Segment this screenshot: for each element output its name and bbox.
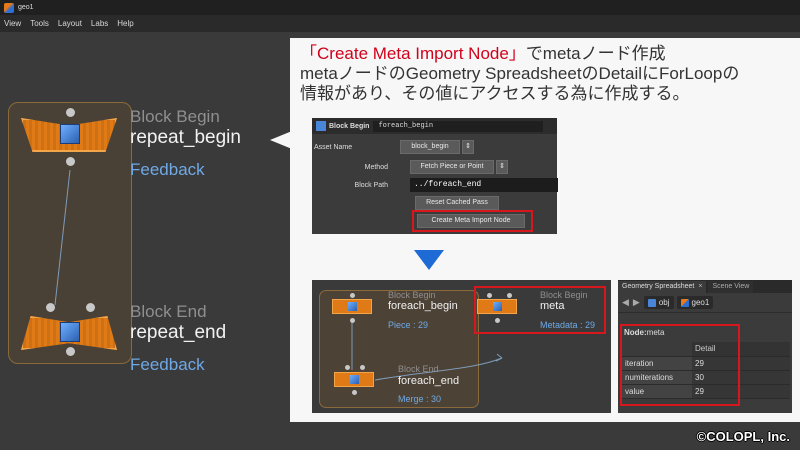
tab-scene-view[interactable]: Scene View: [708, 281, 754, 293]
callout-line3: 情報があり、その値にアクセスする為に作成する。: [300, 84, 690, 103]
path-crumb-obj[interactable]: obj: [643, 296, 674, 309]
menu-layout[interactable]: Layout: [58, 19, 82, 28]
block-path-label: Block Path: [354, 181, 388, 189]
end-node-name: repeat_end: [130, 322, 227, 343]
block-begin-cube-icon: [60, 124, 80, 144]
asset-name-label: Asset Name: [314, 143, 353, 151]
method-label: Method: [364, 163, 388, 171]
param-header: Block Begin foreach_begin: [312, 118, 557, 134]
path-bar: ◀ ▶ obj geo1: [618, 293, 792, 313]
close-icon[interactable]: ×: [698, 283, 702, 290]
tab-geometry-spreadsheet[interactable]: Geometry Spreadsheet ×: [618, 281, 707, 293]
path-crumb-geo1[interactable]: geo1: [676, 296, 714, 309]
sheet-tab-bar: Geometry Spreadsheet × Scene View: [618, 280, 792, 293]
block-path-field[interactable]: ../foreach_end: [410, 178, 558, 192]
param-node-type: Block Begin: [329, 122, 370, 130]
begin-node-name: repeat_begin: [130, 127, 241, 148]
reset-cached-pass-button[interactable]: Reset Cached Pass: [415, 196, 499, 210]
window-title: geo1: [18, 4, 34, 11]
callout-pointer: [270, 131, 292, 149]
highlight-box-meta: [474, 286, 606, 334]
begin-node-info: Feedback: [130, 160, 205, 179]
begin-input-port[interactable]: [66, 108, 75, 117]
callout-line2: metaノードのGeometry SpreadsheetのDetailにForL…: [300, 64, 740, 83]
menu-help[interactable]: Help: [117, 19, 133, 28]
copyright-watermark: ©COLOPL, Inc.: [696, 429, 790, 444]
s-begin-type: Block Begin: [388, 290, 436, 300]
s-end-input-port-1[interactable]: [345, 365, 350, 370]
houdini-logo-icon: [4, 2, 14, 13]
down-arrow-icon: [414, 250, 444, 270]
asset-name-stepper-icon[interactable]: ⇕: [462, 140, 474, 154]
parameter-panel: Block Begin foreach_begin Asset Name blo…: [312, 118, 558, 234]
block-begin-icon: [316, 121, 326, 131]
callout-text: 「Create Meta Import Node」でmetaノード作成 meta…: [300, 44, 800, 104]
s-end-info: Merge : 30: [398, 394, 442, 404]
block-end-cube-icon: [60, 322, 80, 342]
menu-tools[interactable]: Tools: [30, 19, 49, 28]
s-begin-info: Piece : 29: [388, 320, 429, 330]
param-node-name-field[interactable]: foreach_begin: [373, 120, 544, 132]
method-stepper-icon[interactable]: ⇕: [496, 160, 508, 174]
s-end-name: foreach_end: [398, 375, 460, 387]
s-end-type: Block End: [398, 364, 439, 374]
end-node-type: Block End: [130, 302, 207, 321]
end-input-port-1[interactable]: [46, 303, 55, 312]
s-end-input-port-2[interactable]: [360, 365, 365, 370]
s-begin-cube-icon: [348, 302, 357, 311]
callout-highlight: 「Create Meta Import Node」: [300, 44, 526, 63]
end-output-port[interactable]: [66, 347, 75, 356]
begin-output-port[interactable]: [66, 157, 75, 166]
geo-icon: [680, 298, 689, 307]
method-dropdown[interactable]: Fetch Piece or Point: [410, 160, 494, 174]
back-arrow-icon[interactable]: ◀: [622, 297, 629, 308]
menu-labs[interactable]: Labs: [91, 19, 108, 28]
forward-arrow-icon[interactable]: ▶: [633, 297, 640, 308]
geometry-spreadsheet-panel: Geometry Spreadsheet × Scene View ◀ ▶ obj…: [618, 280, 792, 413]
small-network-view: Block Begin foreach_begin Piece : 29 Blo…: [312, 280, 611, 413]
highlight-box-button: [412, 210, 533, 232]
s-end-output-port[interactable]: [352, 390, 357, 395]
s-begin-name: foreach_begin: [388, 300, 458, 312]
highlight-box-detail: [620, 324, 740, 406]
begin-node-type: Block Begin: [130, 107, 220, 126]
s-begin-input-port[interactable]: [350, 293, 355, 298]
s-end-cube-icon: [350, 375, 359, 384]
end-input-port-2[interactable]: [86, 303, 95, 312]
s-begin-output-port[interactable]: [350, 318, 355, 323]
window-titlebar: geo1: [0, 0, 800, 15]
obj-icon: [647, 298, 656, 307]
callout-line1: でmetaノード作成: [525, 44, 666, 63]
asset-name-dropdown[interactable]: block_begin: [400, 140, 460, 154]
end-node-info: Feedback: [130, 355, 205, 374]
menu-view[interactable]: View: [4, 19, 21, 28]
explanation-callout: 「Create Meta Import Node」でmetaノード作成 meta…: [290, 38, 800, 422]
menu-bar: View Tools Layout Labs Help: [0, 15, 800, 32]
